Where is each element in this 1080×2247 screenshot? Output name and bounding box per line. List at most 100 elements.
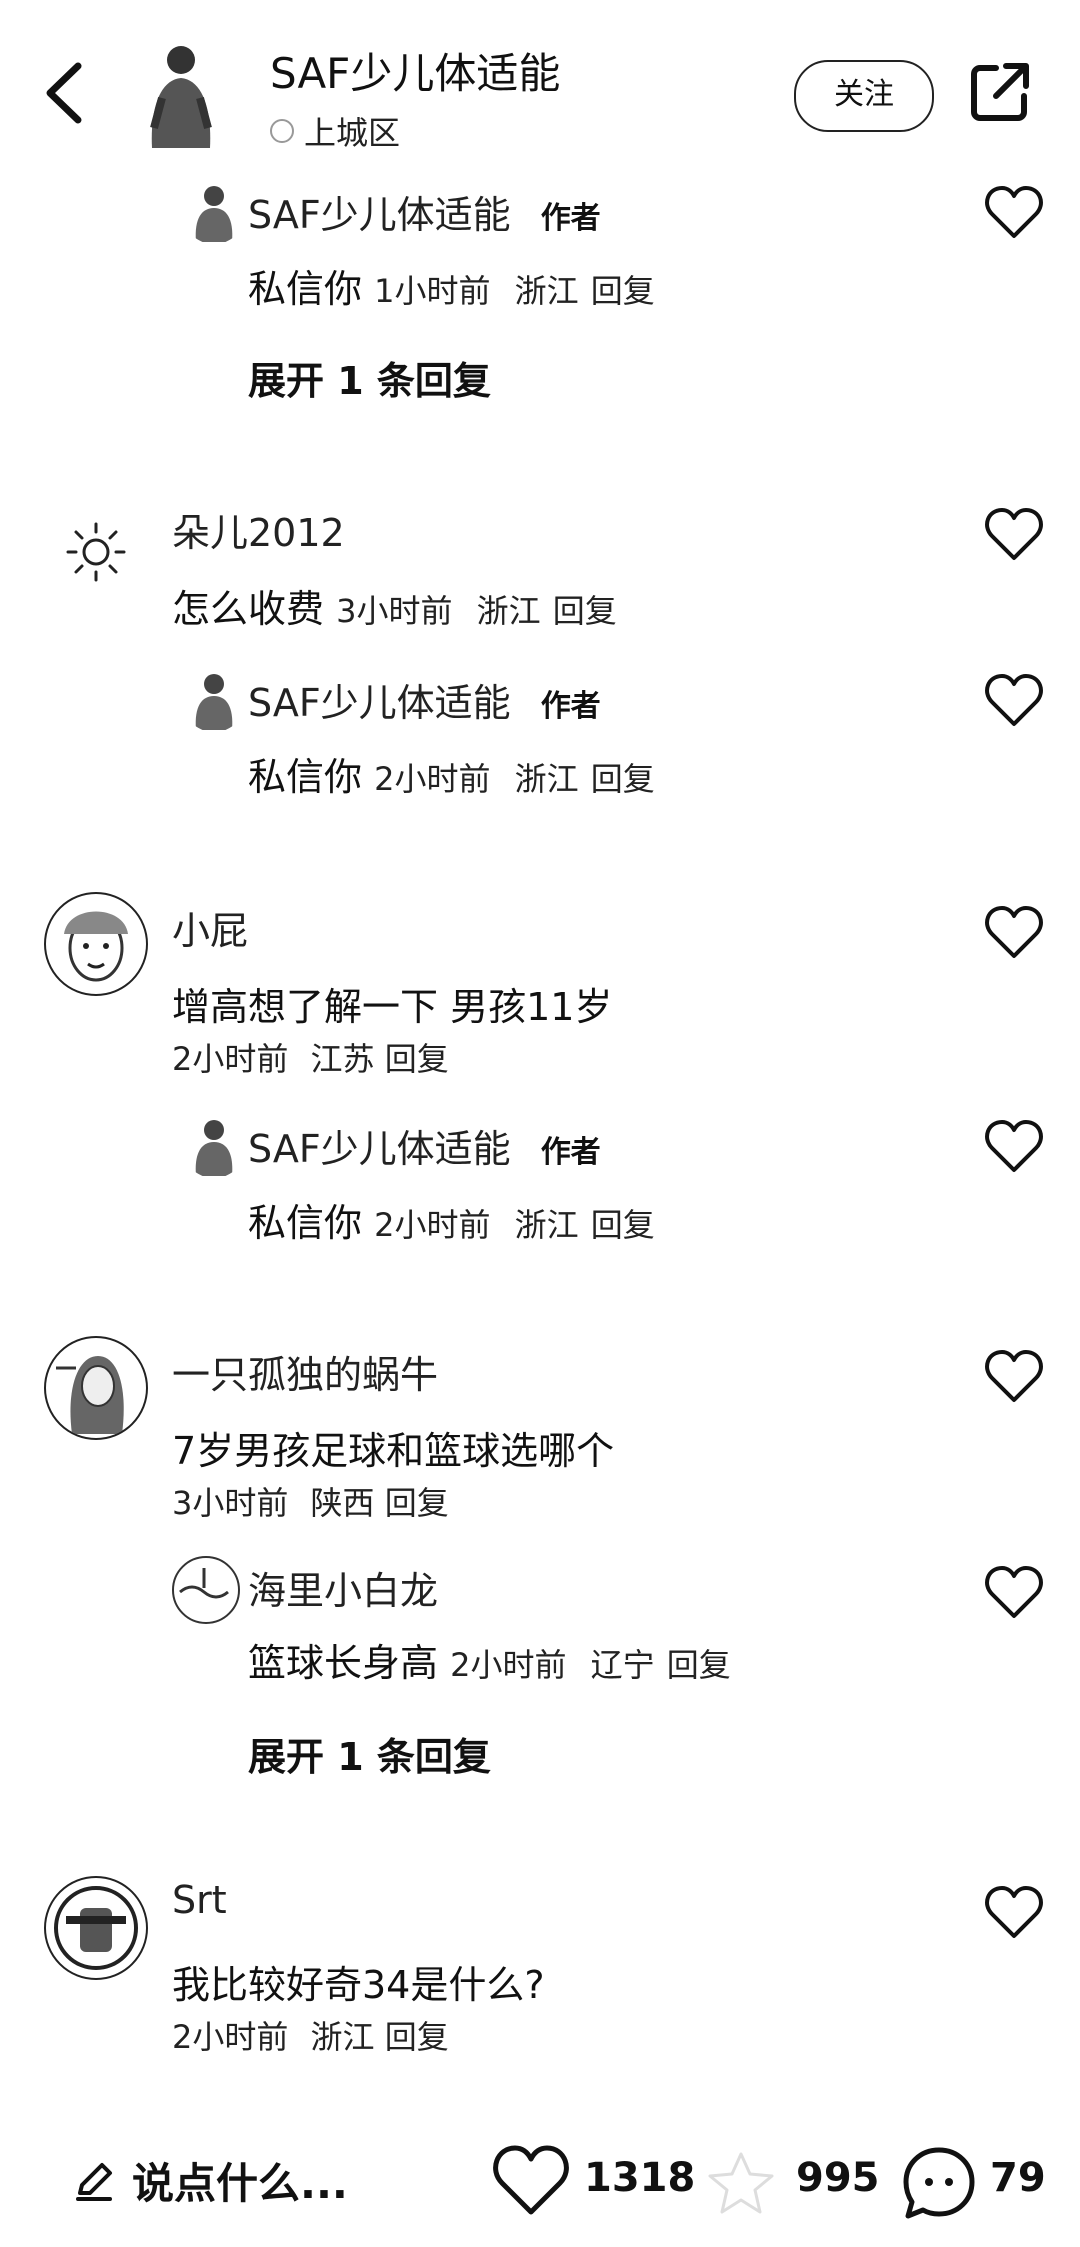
reply-time: 2小时前 (374, 1206, 491, 1244)
expand-replies-button[interactable]: 展开 1 条回复 (248, 350, 491, 405)
commenter-avatar[interactable] (62, 518, 130, 586)
like-button[interactable] (984, 1348, 1044, 1404)
reply-text-line: 私信你 2小时前 浙江 回复 (248, 746, 655, 801)
follow-button[interactable]: 关注 (794, 60, 934, 132)
author-badge: 作者 (540, 1135, 601, 1170)
person-avatar-icon (150, 46, 212, 148)
reply-author[interactable]: SAF少儿体适能 作者 (248, 1118, 601, 1173)
like-button[interactable] (984, 1884, 1044, 1940)
reply-author[interactable]: SAF少儿体适能 作者 (248, 672, 601, 727)
reply-button[interactable]: 回复 (667, 1646, 731, 1684)
reply-text: 私信你 (248, 1201, 363, 1245)
commenter-name[interactable]: Srt (172, 1878, 227, 1922)
comment-time: 3小时前 (172, 1484, 289, 1522)
heart-icon (985, 508, 1043, 560)
reply-avatar[interactable] (182, 180, 246, 244)
reply-avatar[interactable] (172, 1556, 240, 1624)
like-button[interactable] (984, 184, 1044, 240)
reply-text-line: 篮球长身高 2小时前 辽宁 回复 (248, 1632, 731, 1687)
comment-count-button[interactable] (900, 2144, 978, 2222)
girl-avatar-icon (56, 1356, 124, 1434)
reply-time: 2小时前 (450, 1646, 567, 1684)
reply-button[interactable]: 回复 (385, 1040, 449, 1078)
reply-button[interactable]: 回复 (591, 1206, 655, 1244)
share-button[interactable] (968, 60, 1032, 124)
like-button[interactable] (984, 1118, 1044, 1174)
reply-region: 辽宁 (590, 1646, 655, 1684)
comment-time: 2小时前 (172, 1040, 289, 1078)
reply-avatar[interactable] (182, 1114, 246, 1178)
commenter-avatar[interactable] (44, 1876, 148, 1980)
reply-text-line: 私信你 2小时前 浙江 回复 (248, 1192, 655, 1247)
collect-button[interactable] (706, 2150, 776, 2216)
reply-button[interactable]: 回复 (591, 760, 655, 798)
commenter-name[interactable]: 小屁 (172, 900, 248, 955)
reply-author-name: SAF少儿体适能 (248, 1127, 511, 1171)
author-badge: 作者 (540, 689, 601, 724)
reply-button[interactable]: 回复 (385, 1484, 449, 1522)
back-arrow-icon (46, 62, 82, 124)
comment-input[interactable]: 说点什么... (72, 2150, 348, 2211)
like-button[interactable] (984, 672, 1044, 728)
pencil-icon (76, 2162, 112, 2201)
like-button[interactable] (984, 506, 1044, 562)
brand-logo-avatar-icon (54, 1886, 138, 1970)
reply-region: 浙江 (514, 1206, 579, 1244)
like-post-button[interactable] (492, 2144, 570, 2216)
comment-region: 陕西 (310, 1484, 375, 1522)
person-avatar-icon (195, 1120, 233, 1176)
reply-button[interactable]: 回复 (553, 592, 617, 630)
star-icon (708, 2152, 774, 2214)
heart-icon (985, 186, 1043, 238)
comment-region: 浙江 (310, 2018, 375, 2056)
heart-icon (985, 1120, 1043, 1172)
reply-author-name: SAF少儿体适能 (248, 681, 511, 725)
reply-author[interactable]: SAF少儿体适能 作者 (248, 184, 601, 239)
comment-icon (903, 2147, 975, 2219)
author-badge: 作者 (540, 201, 601, 236)
like-count: 1318 (584, 2155, 696, 2201)
back-button[interactable] (36, 58, 96, 128)
heart-icon (985, 906, 1043, 958)
reply-button[interactable]: 回复 (591, 272, 655, 310)
comment-time: 2小时前 (172, 2018, 289, 2056)
heart-icon (985, 1886, 1043, 1938)
reply-avatar[interactable] (182, 668, 246, 732)
author-avatar[interactable] (140, 38, 222, 150)
comment-text: 增高想了解一下 男孩11岁 (172, 985, 613, 1029)
commenter-avatar[interactable] (44, 1336, 148, 1440)
commenter-name[interactable]: 一只孤独的蜗牛 (172, 1344, 438, 1399)
commenter-avatar[interactable] (44, 892, 148, 996)
commenter-name[interactable]: 朵儿2012 (172, 502, 345, 557)
like-button[interactable] (984, 1564, 1044, 1620)
comment-text: 我比较好奇34是什么? (172, 1963, 545, 2007)
heart-icon (985, 1566, 1043, 1618)
reply-button[interactable]: 回复 (385, 2018, 449, 2056)
reply-region: 浙江 (514, 760, 579, 798)
person-avatar-icon (195, 674, 233, 730)
reply-text: 私信你 (248, 755, 363, 799)
comment-text: 7岁男孩足球和篮球选哪个 (172, 1429, 615, 1473)
collect-count: 995 (796, 2155, 880, 2201)
reply-author-name[interactable]: 海里小白龙 (248, 1560, 438, 1615)
reply-text: 篮球长身高 (248, 1641, 439, 1685)
heart-icon (985, 1350, 1043, 1402)
ocean-avatar-icon (179, 1568, 229, 1599)
comment-time: 3小时前 (336, 592, 453, 630)
comment-meta: 2小时前 江苏 回复 (172, 1034, 449, 1080)
comment-text: 怎么收费 (172, 587, 325, 631)
comment-region: 浙江 (476, 592, 541, 630)
location-label: 上城区 (270, 108, 400, 154)
reply-text: 私信你 (248, 267, 363, 311)
heart-icon (985, 674, 1043, 726)
like-button[interactable] (984, 904, 1044, 960)
comment-count: 79 (990, 2155, 1046, 2201)
comment-region: 江苏 (310, 1040, 375, 1078)
expand-replies-button[interactable]: 展开 1 条回复 (248, 1726, 491, 1781)
comment-meta: 2小时前 浙江 回复 (172, 2012, 449, 2058)
reply-region: 浙江 (514, 272, 579, 310)
location-icon (270, 119, 294, 143)
comment-text-line: 怎么收费 3小时前 浙江 回复 (172, 578, 617, 633)
face-avatar-icon (64, 911, 128, 982)
heart-icon (493, 2145, 569, 2215)
